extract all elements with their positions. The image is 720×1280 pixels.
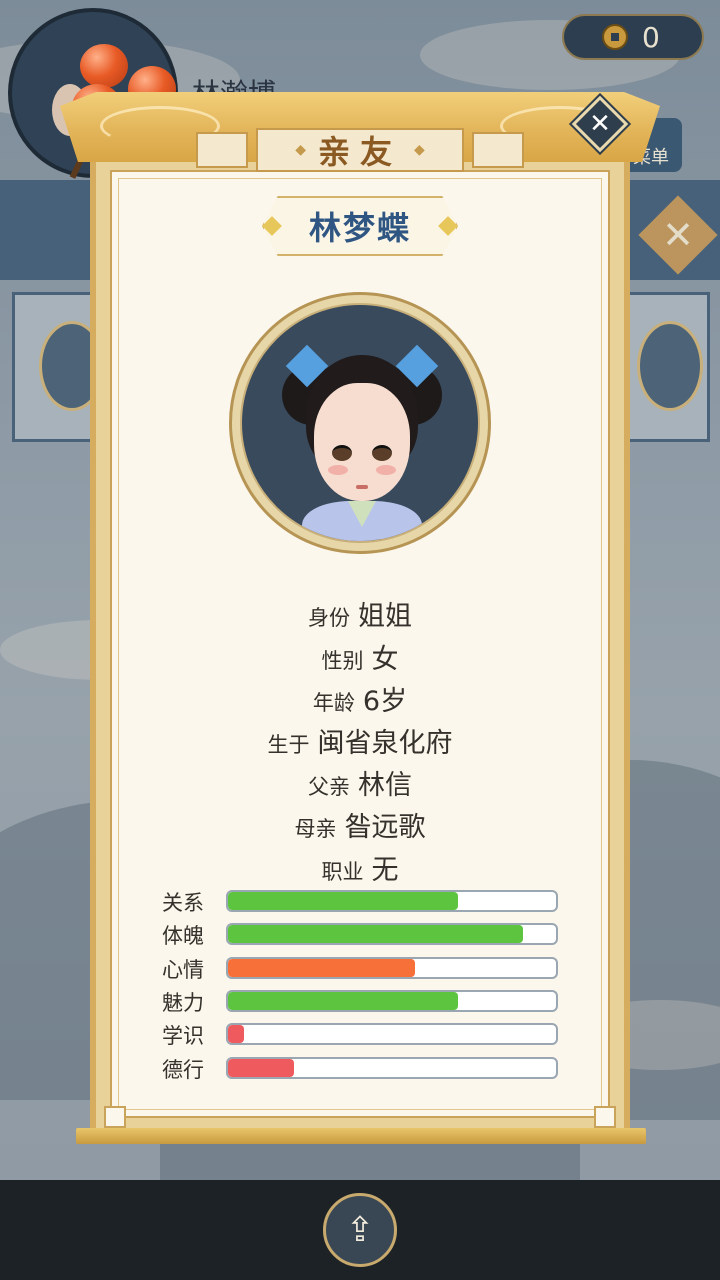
- stat-label: 德行: [162, 1058, 204, 1082]
- info-label: 年龄: [312, 691, 355, 715]
- info-label: 父亲: [308, 775, 350, 799]
- panel-title: 亲友: [317, 133, 402, 171]
- share-button[interactable]: ⇪: [323, 1193, 397, 1267]
- stat-bar: [226, 957, 558, 979]
- stat-knowledge: 学识: [162, 1022, 562, 1048]
- info-label: 职业: [321, 860, 364, 884]
- stat-label: 体魄: [162, 924, 204, 948]
- info-value: 无: [371, 855, 399, 886]
- panel-bottom-rod: [76, 1128, 646, 1144]
- info-row-father: 父亲 林信: [120, 763, 600, 802]
- info-row-mother: 母亲 昝远歌: [120, 805, 600, 844]
- info-label: 母亲: [294, 817, 337, 841]
- stat-bar: [226, 990, 558, 1012]
- stat-label: 学识: [162, 1024, 204, 1048]
- stat-fill: [228, 992, 458, 1010]
- header-ornament-right: [472, 132, 524, 168]
- info-row-birthplace: 生于 闽省泉化府: [120, 721, 600, 760]
- info-row-identity: 身份 姐姐: [120, 594, 600, 633]
- share-icon: ⇪: [345, 1210, 375, 1250]
- title-dot-icon: ◆: [414, 142, 425, 158]
- coin-counter: 0: [562, 14, 704, 60]
- info-value: 姐姐: [358, 601, 412, 632]
- stat-label: 心情: [162, 958, 204, 982]
- header-ornament-left: [196, 132, 248, 168]
- character-name-plate: 林梦蝶: [262, 196, 458, 256]
- coin-icon: [602, 24, 628, 50]
- stat-label: 魅力: [162, 991, 204, 1015]
- stat-bar: [226, 923, 558, 945]
- info-value: 昝远歌: [344, 812, 426, 843]
- stat-relationship: 关系: [162, 889, 562, 915]
- stat-fill: [228, 925, 524, 943]
- corner-ornament: [104, 1106, 126, 1128]
- stat-morality: 德行: [162, 1056, 562, 1082]
- info-value: 6岁: [362, 686, 408, 717]
- stat-label: 关系: [162, 891, 204, 915]
- info-label: 生于: [267, 733, 310, 757]
- info-label: 性别: [321, 649, 364, 673]
- info-row-occupation: 职业无: [120, 848, 600, 887]
- stat-bar: [226, 1023, 558, 1045]
- panel-title-plate: ◆ 亲友 ◆: [256, 128, 464, 172]
- stat-physique: 体魄: [162, 922, 562, 948]
- info-value: 女: [371, 644, 399, 675]
- character-portrait: [229, 292, 491, 554]
- info-value: 林信: [358, 770, 412, 801]
- close-icon: ✕: [589, 109, 611, 139]
- info-value: 闽省泉化府: [317, 728, 453, 759]
- character-name: 林梦蝶: [308, 209, 411, 247]
- background-close-icon: [638, 195, 718, 275]
- stat-mood: 心情: [162, 956, 562, 982]
- coin-count: 0: [642, 20, 660, 54]
- stat-fill: [228, 1059, 294, 1077]
- title-dot-icon: ◆: [295, 142, 306, 158]
- stat-bar: [226, 1057, 558, 1079]
- info-label: 身份: [308, 606, 350, 630]
- stat-fill: [228, 959, 415, 977]
- stat-charm: 魅力: [162, 989, 562, 1015]
- stat-bar: [226, 890, 558, 912]
- corner-ornament: [594, 1106, 616, 1128]
- info-row-gender: 性别女: [120, 637, 600, 676]
- candied-fruit-icon: [80, 44, 128, 88]
- stat-fill: [228, 1025, 245, 1043]
- info-row-age: 年龄 6岁: [120, 679, 600, 718]
- stat-fill: [228, 892, 458, 910]
